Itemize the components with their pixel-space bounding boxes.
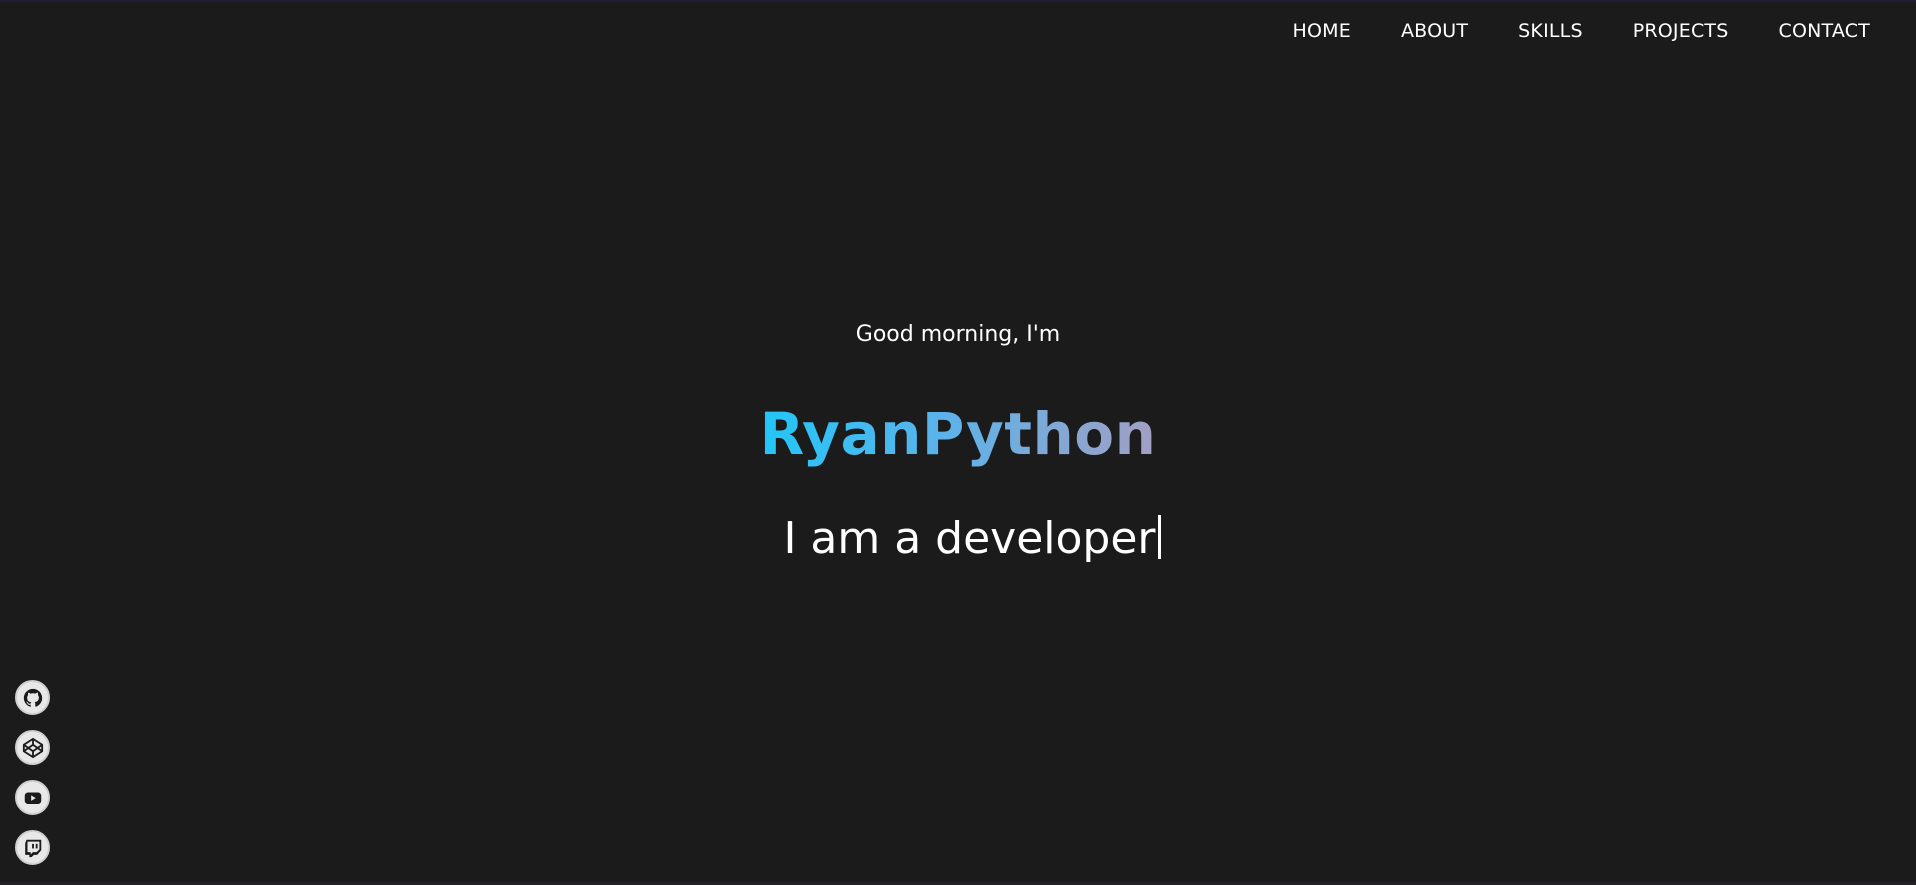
main-nav: HOME ABOUT SKILLS PROJECTS CONTACT [1243,18,1870,44]
nav-link-home[interactable]: HOME [1293,18,1351,44]
hero-tagline-text: I am a developer [783,513,1156,564]
hero-greeting: Good morning, I'm [855,322,1061,347]
hero-name-text: RyanPython [759,400,1157,468]
youtube-link[interactable] [15,780,50,815]
typing-caret [1157,515,1161,559]
hero-tagline: I am a developer [14,510,1916,568]
github-link[interactable] [15,680,50,715]
twitch-link[interactable] [15,830,50,865]
social-links [15,680,50,865]
youtube-icon [22,787,44,809]
nav-link-projects[interactable]: PROJECTS [1633,18,1729,44]
codepen-icon [22,737,44,759]
top-border [0,0,1916,2]
github-icon [22,687,44,709]
hero-name: RyanPython [0,396,1916,472]
nav-link-about[interactable]: ABOUT [1401,18,1468,44]
codepen-link[interactable] [15,730,50,765]
twitch-icon [22,837,44,859]
nav-link-contact[interactable]: CONTACT [1778,18,1870,44]
nav-link-skills[interactable]: SKILLS [1518,18,1583,44]
